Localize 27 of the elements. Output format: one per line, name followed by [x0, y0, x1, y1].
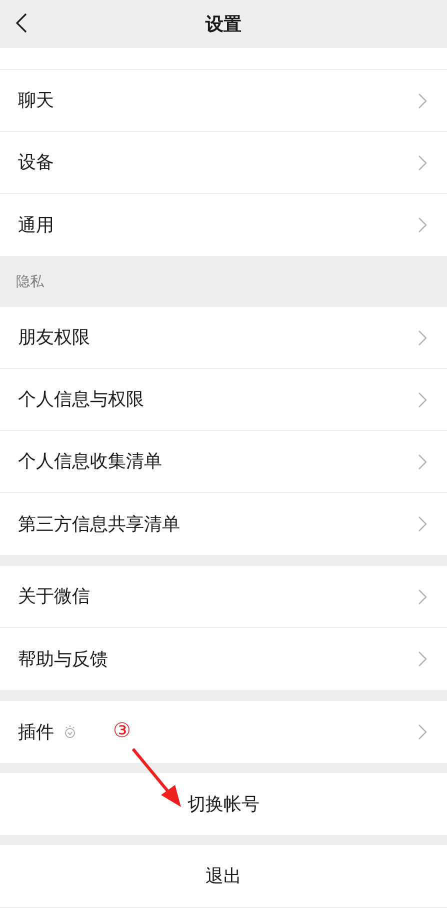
chevron-right-icon — [418, 454, 427, 470]
page-title: 设置 — [206, 12, 242, 36]
row-label: 通用 — [18, 214, 54, 236]
row-label: 聊天 — [18, 89, 54, 112]
row-label: 插件 — [18, 720, 54, 744]
row-label: 个人信息收集清单 — [18, 450, 162, 473]
action-button[interactable]: 切换帐号 — [0, 773, 447, 835]
row-label: 关于微信 — [18, 585, 90, 608]
section-title: 隐私 — [16, 272, 44, 291]
chevron-right-icon — [418, 651, 427, 667]
annotation-arrow — [132, 748, 181, 807]
chevron-right-icon — [418, 330, 427, 346]
chevron-right-icon — [418, 724, 427, 740]
chevron-right-icon — [418, 154, 427, 170]
row-label: 帮助与反馈 — [18, 648, 108, 670]
row-label: 朋友权限 — [18, 326, 90, 349]
chevron-right-icon — [418, 516, 427, 532]
row-label: 个人信息与权限 — [18, 388, 144, 411]
chevron-right-icon — [418, 392, 427, 408]
chevron-right-icon — [418, 92, 427, 108]
row-label: 第三方信息共享清单 — [18, 512, 180, 536]
step-number: ③ — [113, 721, 131, 741]
chevron-right-icon — [418, 588, 427, 604]
chevron-right-icon — [418, 217, 427, 233]
row-label: 设备 — [18, 151, 54, 174]
back-icon[interactable] — [15, 13, 27, 33]
action-button[interactable]: 退出 — [0, 845, 447, 907]
